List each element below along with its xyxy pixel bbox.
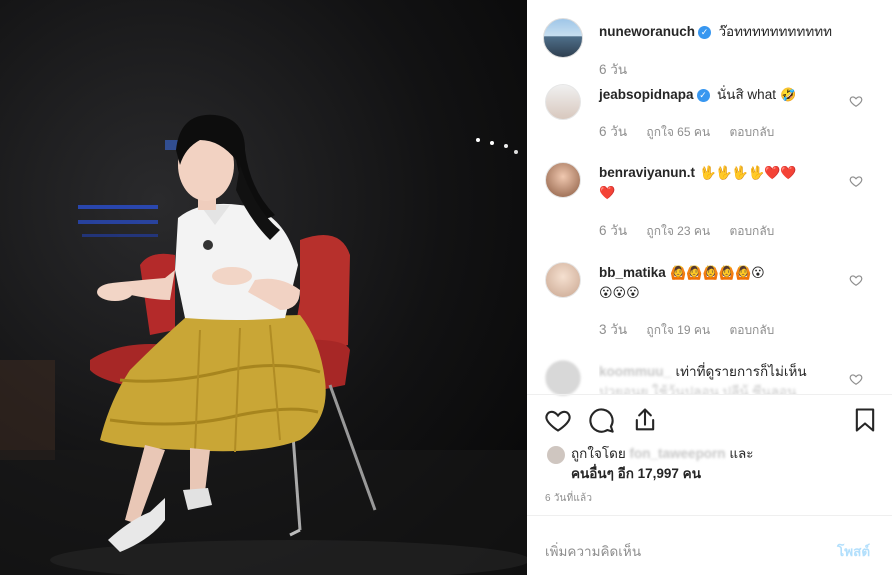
comment-text: เท่าที่ดูรายการก็ไม่เห็น [675, 364, 807, 379]
comment: jeabsopidnapa ✓ นั่นสิ what 🤣 [599, 85, 849, 105]
comment-meta: 6 วัน ถูกใจ 65 คน ตอบกลับ [599, 120, 790, 142]
divider [527, 515, 892, 516]
divider [527, 394, 892, 395]
comment-text: นั่นสิ what [716, 87, 776, 102]
comment-username[interactable]: jeabsopidnapa [599, 87, 694, 102]
comment-meta: 6 วัน ถูกใจ 23 คน ตอบกลับ [599, 219, 790, 241]
post-comment-button[interactable]: โพสต์ [837, 540, 870, 562]
comment-age: 6 วัน [599, 124, 628, 139]
post-photo[interactable] [0, 0, 527, 575]
comment-emoji: ❤️ [599, 185, 616, 200]
comment-icon[interactable] [587, 406, 615, 434]
reply-button[interactable]: ตอบกลับ [729, 224, 774, 238]
comment-likes[interactable]: ถูกใจ 23 คน [646, 224, 710, 238]
bookmark-icon[interactable] [851, 406, 879, 434]
comment: koommuu_ เท่าที่ดูรายการก็ไม่เห็น ปวยอนย… [599, 362, 849, 394]
liked-by-user[interactable]: fon_taweeporn [630, 446, 726, 461]
share-icon[interactable] [631, 406, 659, 434]
comment-username[interactable]: bb_matika [599, 265, 666, 280]
and-label: และ [729, 446, 754, 461]
comment-likes[interactable]: ถูกใจ 19 คน [646, 323, 710, 337]
heart-icon[interactable] [849, 174, 863, 188]
commenter-avatar[interactable] [545, 262, 581, 298]
author-caption-age: 6 วัน [599, 62, 628, 77]
heart-icon[interactable] [849, 372, 863, 386]
verified-badge-icon: ✓ [698, 26, 712, 39]
author-meta: 6 วัน [599, 58, 643, 80]
comment-age: 3 วัน [599, 322, 628, 337]
reply-button[interactable]: ตอบกลับ [729, 323, 774, 337]
author-username[interactable]: nuneworanuch [599, 24, 695, 39]
post-time-ago: 6 วันที่แล้ว [545, 493, 593, 504]
commenter-avatar[interactable] [545, 162, 581, 198]
verified-badge-icon: ✓ [696, 89, 710, 102]
comment-emoji: 🤣 [780, 87, 797, 102]
liked-by-label: ถูกใจโดย [571, 446, 626, 461]
others-count-link[interactable]: คนอื่นๆ อีก 17,997 คน [571, 466, 701, 481]
reply-button[interactable]: ตอบกลับ [729, 125, 774, 139]
comment: bb_matika 🙆🙆🙆🙆🙆😮 😮😮😮 [599, 263, 849, 303]
comment-emoji: 😮😮😮 [599, 285, 640, 300]
likes-summary: ถูกใจโดย fon_taweeporn และ คนอื่นๆ อีก 1… [545, 444, 754, 484]
comment: benraviyanun.t 🖖🖖🖖🖖❤️❤️ ❤️ [599, 163, 849, 203]
comment-age: 6 วัน [599, 223, 628, 238]
comment-likes[interactable]: ถูกใจ 65 คน [646, 125, 710, 139]
author-caption: nuneworanuch ✓ ว๊อททททททททททท [599, 22, 849, 42]
post-photo-illustration [0, 114, 527, 575]
heart-icon[interactable] [849, 273, 863, 287]
commenter-avatar[interactable] [545, 360, 581, 396]
heart-icon[interactable] [849, 94, 863, 108]
comment-username[interactable]: koommuu_ [599, 364, 671, 379]
author-avatar[interactable] [543, 18, 583, 58]
commenter-avatar[interactable] [545, 84, 581, 120]
heart-icon[interactable] [543, 406, 573, 434]
comment-username[interactable]: benraviyanun.t [599, 165, 695, 180]
add-comment-input[interactable]: เพิ่มความคิดเห็น [545, 540, 641, 562]
author-caption-text: ว๊อททททททททททท [718, 24, 833, 39]
post-detail-panel: nuneworanuch ✓ ว๊อททททททททททท 6 วัน jeabs… [527, 0, 892, 575]
comment-text-line2: ปวยอนย ใช้ว้นปลอน ปลีน้ ซีนลอน [599, 384, 797, 394]
comment-meta: 3 วัน ถูกใจ 19 คน ตอบกลับ [599, 318, 790, 340]
comment-emoji: 🙆🙆🙆🙆🙆😮 [670, 265, 765, 280]
comment-emoji: 🖖🖖🖖🖖❤️❤️ [699, 165, 797, 180]
